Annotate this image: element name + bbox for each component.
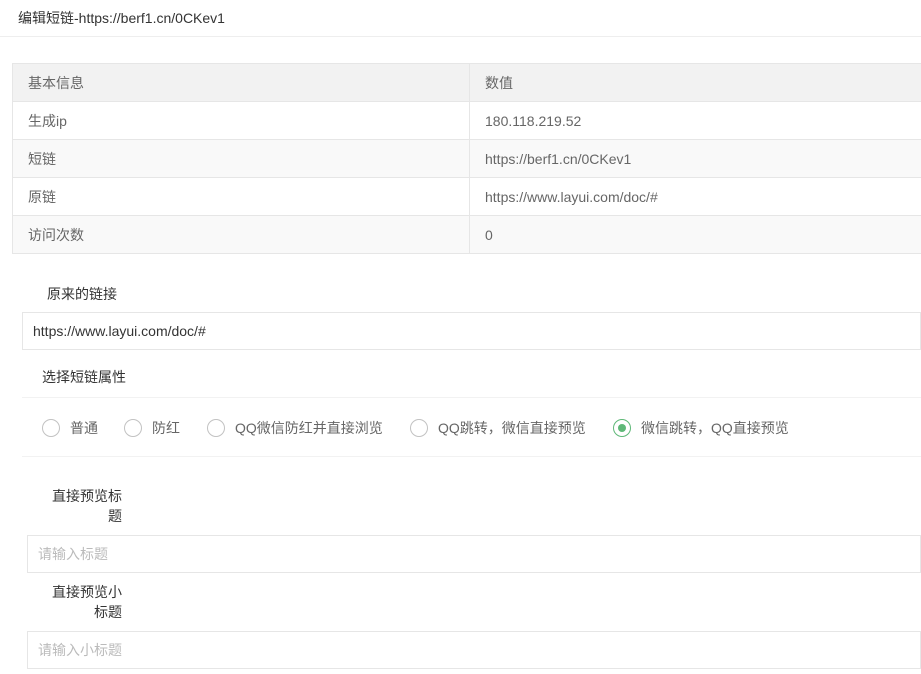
radio-option-label: QQ微信防红并直接浏览 <box>235 420 383 436</box>
preview-title-input[interactable] <box>27 535 921 573</box>
table-row: 访问次数 0 <box>12 215 921 254</box>
link-attribute-radio-group: 普通 防红 QQ微信防红并直接浏览 QQ跳转，微信直接预览 微信跳转，QQ直接预… <box>22 397 921 457</box>
original-link-input[interactable] <box>22 312 921 350</box>
table-header-row: 基本信息 数值 <box>12 63 921 102</box>
preview-title-label-line: 直接预览标 <box>52 488 122 504</box>
table-cell: https://berf1.cn/0CKev1 <box>469 139 921 178</box>
radio-circle-icon <box>207 419 225 437</box>
column-header: 数值 <box>469 63 921 102</box>
radio-option-label: 普通 <box>70 420 98 436</box>
table-cell: https://www.layui.com/doc/# <box>469 177 921 216</box>
table-row: 生成ip 180.118.219.52 <box>12 101 921 140</box>
radio-option-wechat-jump-qq-preview[interactable]: 微信跳转，QQ直接预览 <box>613 417 789 439</box>
radio-option-qq-wechat-direct[interactable]: QQ微信防红并直接浏览 <box>207 417 383 439</box>
radio-circle-icon <box>42 419 60 437</box>
table-cell: 短链 <box>12 139 470 178</box>
preview-subtitle-label-line: 直接预览小 <box>52 584 122 600</box>
radio-circle-icon <box>124 419 142 437</box>
table-cell: 180.118.219.52 <box>469 101 921 140</box>
table-cell: 访问次数 <box>12 215 470 254</box>
preview-subtitle-label-line: 标题 <box>94 604 122 620</box>
radio-option-label: 微信跳转，QQ直接预览 <box>641 420 789 436</box>
table-row: 短链 https://berf1.cn/0CKev1 <box>12 139 921 178</box>
original-link-label: 原来的链接 <box>47 286 117 302</box>
radio-circle-icon <box>410 419 428 437</box>
info-table: 基本信息 数值 生成ip 180.118.219.52 短链 https://b… <box>12 63 921 254</box>
link-attribute-label: 选择短链属性 <box>42 369 126 385</box>
radio-option-anti-block[interactable]: 防红 <box>124 417 180 439</box>
preview-subtitle-label: 直接预览小 标题 <box>22 582 122 622</box>
radio-option-qq-jump-wechat-preview[interactable]: QQ跳转，微信直接预览 <box>410 417 586 439</box>
table-cell: 0 <box>469 215 921 254</box>
radio-option-label: QQ跳转，微信直接预览 <box>438 420 586 436</box>
column-header: 基本信息 <box>12 63 470 102</box>
table-cell: 原链 <box>12 177 470 216</box>
preview-subtitle-input[interactable] <box>27 631 921 669</box>
title-bar: 编辑短链-https://berf1.cn/0CKev1 <box>0 0 921 37</box>
radio-checked-icon <box>613 419 631 437</box>
table-cell: 生成ip <box>12 101 470 140</box>
page-title: 编辑短链-https://berf1.cn/0CKev1 <box>18 10 225 26</box>
radio-option-label: 防红 <box>152 420 180 436</box>
preview-title-label-line: 题 <box>108 508 122 524</box>
table-row: 原链 https://www.layui.com/doc/# <box>12 177 921 216</box>
radio-option-normal[interactable]: 普通 <box>42 417 98 439</box>
preview-title-label: 直接预览标 题 <box>22 486 122 526</box>
